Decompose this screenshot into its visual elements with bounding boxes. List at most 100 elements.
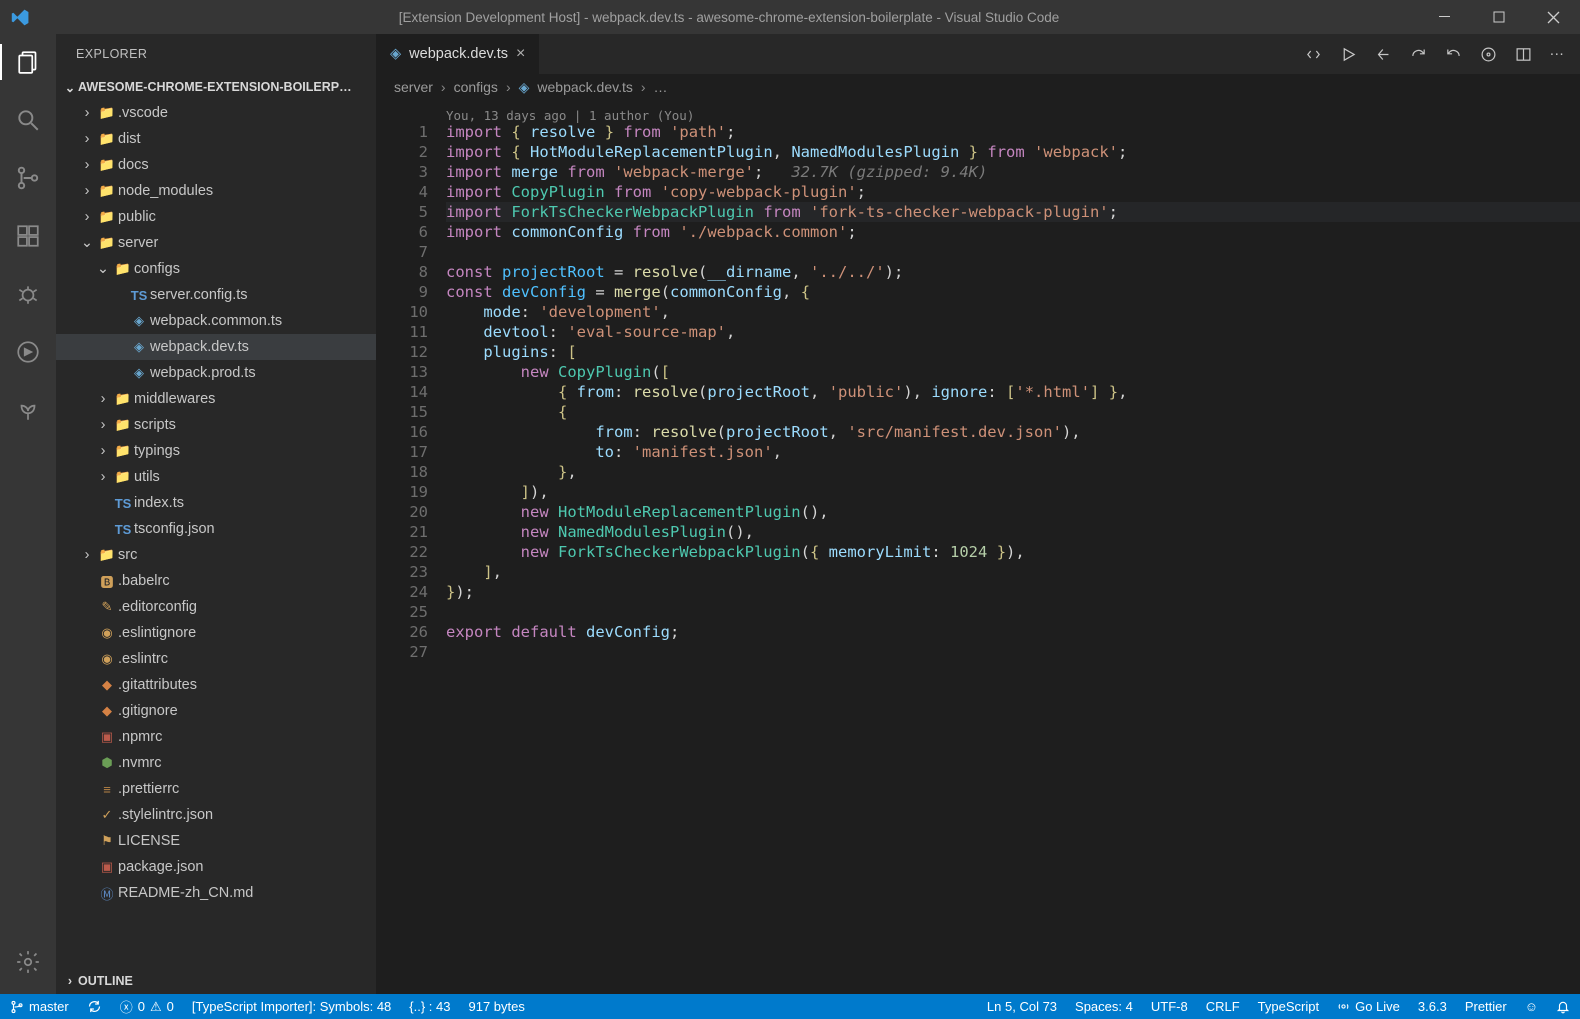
workspace-header[interactable]: ⌄AWESOME-CHROME-EXTENSION-BOILERP… — [56, 74, 376, 100]
code-line[interactable]: import { resolve } from 'path'; — [446, 122, 1580, 142]
code-line[interactable]: import CopyPlugin from 'copy-webpack-plu… — [446, 182, 1580, 202]
split-editor-icon[interactable] — [1515, 46, 1532, 63]
extensions-icon[interactable] — [0, 218, 56, 254]
file-item[interactable]: 🅱.babelrc — [56, 568, 376, 594]
code-line[interactable]: const devConfig = merge(commonConfig, { — [446, 282, 1580, 302]
status-eol[interactable]: CRLF — [1206, 999, 1240, 1014]
code-line[interactable] — [446, 242, 1580, 262]
code-line[interactable]: new CopyPlugin([ — [446, 362, 1580, 382]
code-line[interactable]: }); — [446, 582, 1580, 602]
file-item[interactable]: ≡.prettierrc — [56, 776, 376, 802]
code-line[interactable]: import commonConfig from './webpack.comm… — [446, 222, 1580, 242]
status-position[interactable]: Ln 5, Col 73 — [987, 999, 1057, 1014]
code-line[interactable]: const projectRoot = resolve(__dirname, '… — [446, 262, 1580, 282]
folder-item[interactable]: ›📁public — [56, 204, 376, 230]
crumb[interactable]: configs — [454, 79, 498, 95]
folder-item[interactable]: ›📁node_modules — [56, 178, 376, 204]
file-item[interactable]: ▣.npmrc — [56, 724, 376, 750]
status-spaces[interactable]: Spaces: 4 — [1075, 999, 1133, 1014]
status-bell-icon[interactable] — [1556, 1000, 1570, 1014]
code-line[interactable]: { — [446, 402, 1580, 422]
undo-icon[interactable] — [1445, 46, 1462, 63]
breadcrumbs[interactable]: server› configs› ◈ webpack.dev.ts› … — [376, 74, 1580, 100]
close-tab-icon[interactable]: × — [516, 45, 525, 63]
code-editor[interactable]: 1234567891011121314151617181920212223242… — [376, 100, 1580, 994]
folder-item[interactable]: ⌄📁server — [56, 230, 376, 256]
status-ts-importer[interactable]: [TypeScript Importer]: Symbols: 48 — [192, 999, 391, 1014]
window-close-button[interactable] — [1526, 0, 1580, 34]
run-icon[interactable] — [1340, 46, 1357, 63]
status-sync[interactable] — [87, 999, 102, 1014]
file-item[interactable]: ◆.gitignore — [56, 698, 376, 724]
code-line[interactable]: devtool: 'eval-source-map', — [446, 322, 1580, 342]
explorer-icon[interactable] — [0, 44, 56, 80]
folder-item[interactable]: ⌄📁configs — [56, 256, 376, 282]
code-line[interactable]: import ForkTsCheckerWebpackPlugin from '… — [446, 202, 1580, 222]
status-language[interactable]: TypeScript — [1258, 999, 1319, 1014]
file-tree[interactable]: ›📁.vscode›📁dist›📁docs›📁node_modules›📁pub… — [56, 100, 376, 968]
status-encoding[interactable]: UTF-8 — [1151, 999, 1188, 1014]
folder-item[interactable]: ›📁middlewares — [56, 386, 376, 412]
source-control-icon[interactable] — [0, 160, 56, 196]
manage-gear-icon[interactable] — [0, 944, 56, 980]
code-line[interactable]: plugins: [ — [446, 342, 1580, 362]
crumb[interactable]: server — [394, 79, 433, 95]
status-version[interactable]: 3.6.3 — [1418, 999, 1447, 1014]
file-item[interactable]: ◈webpack.prod.ts — [56, 360, 376, 386]
window-maximize-button[interactable] — [1472, 0, 1526, 34]
code-line[interactable]: mode: 'development', — [446, 302, 1580, 322]
status-problems[interactable]: ⓧ 0 ⚠ 0 — [120, 997, 174, 1016]
folder-item[interactable]: ›📁scripts — [56, 412, 376, 438]
status-branch[interactable]: master — [10, 999, 69, 1014]
folder-item[interactable]: ›📁docs — [56, 152, 376, 178]
folder-item[interactable]: ›📁utils — [56, 464, 376, 490]
compare-icon[interactable] — [1305, 46, 1322, 63]
code-line[interactable]: import { HotModuleReplacementPlugin, Nam… — [446, 142, 1580, 162]
status-braces[interactable]: {..} : 43 — [409, 999, 450, 1014]
code-line[interactable]: import merge from 'webpack-merge'; 32.7K… — [446, 162, 1580, 182]
preview-icon[interactable] — [1480, 46, 1497, 63]
code-line[interactable]: export default devConfig; — [446, 622, 1580, 642]
file-item[interactable]: ◆.gitattributes — [56, 672, 376, 698]
debug-icon[interactable] — [0, 276, 56, 312]
crumb[interactable]: … — [654, 79, 668, 95]
search-icon[interactable] — [0, 102, 56, 138]
back-icon[interactable] — [1375, 46, 1392, 63]
code-line[interactable]: }, — [446, 462, 1580, 482]
code-line[interactable]: from: resolve(projectRoot, 'src/manifest… — [446, 422, 1580, 442]
code-line[interactable]: to: 'manifest.json', — [446, 442, 1580, 462]
status-golive[interactable]: Go Live — [1337, 999, 1400, 1014]
code-line[interactable]: ], — [446, 562, 1580, 582]
file-item[interactable]: TStsconfig.json — [56, 516, 376, 542]
file-item[interactable]: ◈webpack.common.ts — [56, 308, 376, 334]
file-item[interactable]: ⬢.nvmrc — [56, 750, 376, 776]
more-icon[interactable]: ··· — [1550, 46, 1565, 62]
folder-item[interactable]: ›📁typings — [56, 438, 376, 464]
file-item[interactable]: ⓂREADME-zh_CN.md — [56, 880, 376, 906]
file-item[interactable]: ✓.stylelintrc.json — [56, 802, 376, 828]
folder-item[interactable]: ›📁dist — [56, 126, 376, 152]
file-item[interactable]: ✎.editorconfig — [56, 594, 376, 620]
code-line[interactable]: new ForkTsCheckerWebpackPlugin({ memoryL… — [446, 542, 1580, 562]
file-item[interactable]: ▣package.json — [56, 854, 376, 880]
outline-header[interactable]: ›OUTLINE — [56, 968, 376, 994]
code-line[interactable]: ]), — [446, 482, 1580, 502]
code-line[interactable] — [446, 642, 1580, 662]
folder-item[interactable]: ›📁src — [56, 542, 376, 568]
codelens[interactable]: You, 13 days ago | 1 author (You) — [446, 106, 1580, 120]
file-item[interactable]: ⚑LICENSE — [56, 828, 376, 854]
crumb[interactable]: webpack.dev.ts — [537, 79, 632, 95]
folder-item[interactable]: ›📁.vscode — [56, 100, 376, 126]
status-feedback-icon[interactable]: ☺ — [1525, 999, 1538, 1014]
step-over-icon[interactable] — [1410, 46, 1427, 63]
window-minimize-button[interactable] — [1418, 0, 1472, 34]
tab-webpack-dev[interactable]: ◈ webpack.dev.ts × — [376, 34, 540, 74]
file-item[interactable]: TSindex.ts — [56, 490, 376, 516]
activity-tree-icon[interactable] — [0, 392, 56, 428]
code-line[interactable]: new NamedModulesPlugin(), — [446, 522, 1580, 542]
code-content[interactable]: You, 13 days ago | 1 author (You) import … — [446, 100, 1580, 994]
file-item[interactable]: TSserver.config.ts — [56, 282, 376, 308]
code-line[interactable]: new HotModuleReplacementPlugin(), — [446, 502, 1580, 522]
file-item[interactable]: ◉.eslintrc — [56, 646, 376, 672]
code-line[interactable]: { from: resolve(projectRoot, 'public'), … — [446, 382, 1580, 402]
